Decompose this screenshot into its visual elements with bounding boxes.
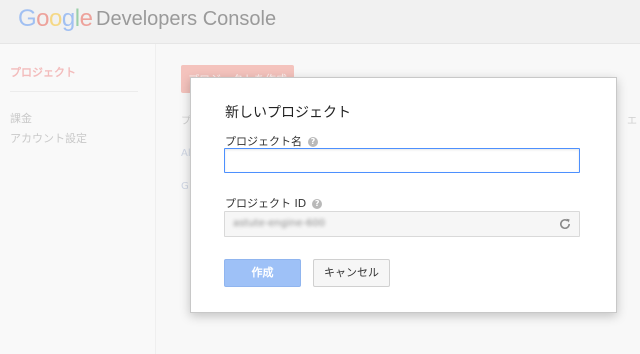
app-title: Developers Console (96, 8, 277, 30)
column-header-extra: エ (627, 116, 637, 127)
project-id-value: astute-engine-600 (233, 218, 326, 229)
create-button[interactable]: 作成 (224, 259, 301, 287)
project-name-label: プロジェクト名? (225, 133, 318, 149)
sidebar-item-billing[interactable]: 課金 (10, 110, 32, 126)
cancel-button[interactable]: キャンセル (313, 259, 390, 287)
new-project-dialog: 新しいプロジェクト プロジェクト名? プロジェクト ID? astute-eng… (190, 77, 617, 313)
sidebar-item-projects[interactable]: プロジェクト (10, 64, 76, 80)
dialog-title: 新しいプロジェクト (225, 105, 351, 121)
logo-letter: o (49, 5, 62, 32)
help-icon[interactable]: ? (308, 137, 318, 147)
project-id-label-text: プロジェクト ID (225, 197, 307, 210)
project-name-label-text: プロジェクト名 (225, 135, 302, 148)
sidebar-divider (10, 91, 138, 92)
google-logo[interactable]: Google (18, 5, 93, 33)
refresh-icon[interactable] (558, 217, 572, 231)
project-id-label: プロジェクト ID? (225, 195, 323, 211)
sidebar-item-account-settings[interactable]: アカウント設定 (10, 130, 87, 146)
help-icon[interactable]: ? (312, 199, 323, 209)
logo-letter: G (18, 5, 37, 32)
logo-letter: o (36, 5, 50, 32)
logo-letter: e (79, 5, 93, 32)
project-row-link[interactable]: G (181, 181, 189, 192)
project-name-input[interactable] (224, 148, 580, 173)
sidebar: プロジェクト 課金 アカウント設定 (0, 44, 156, 354)
project-id-field[interactable]: astute-engine-600 (224, 211, 580, 237)
logo-letter: g (61, 5, 75, 32)
top-header: Google Developers Console (0, 0, 640, 44)
